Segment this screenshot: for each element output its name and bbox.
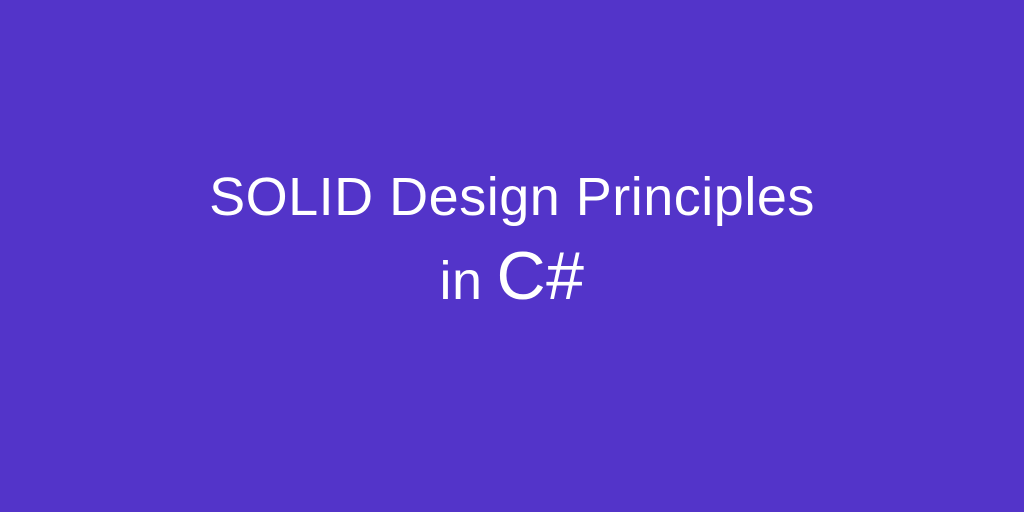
page-title: SOLID Design Principles in C# [209, 162, 815, 321]
title-line-2-prefix: in [440, 246, 483, 316]
title-line-1: SOLID Design Principles [209, 162, 815, 232]
title-language: C# [497, 232, 585, 320]
title-line-2: in C# [209, 232, 815, 320]
